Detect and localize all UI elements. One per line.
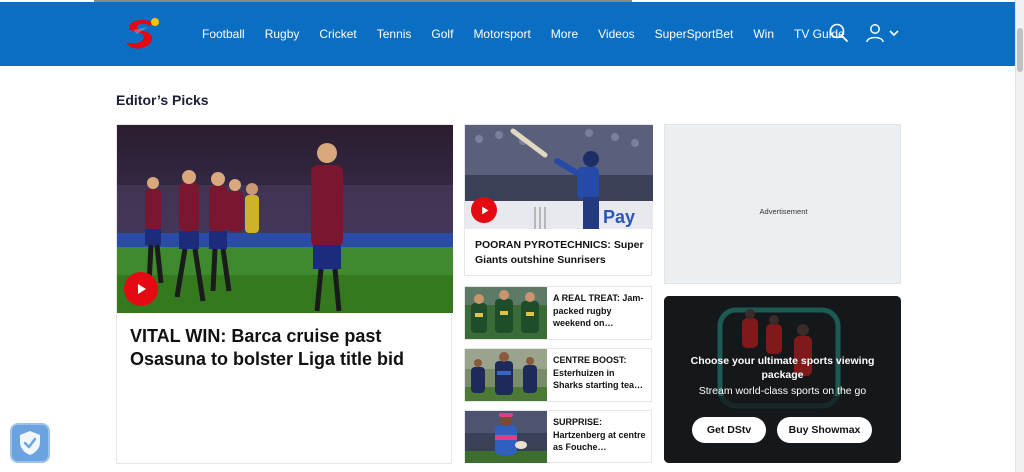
play-video-icon[interactable] xyxy=(124,272,158,306)
cricket-image: Pay xyxy=(465,125,653,229)
advertisement-slot[interactable]: Advertisement xyxy=(664,124,901,284)
nav-golf[interactable]: Golf xyxy=(431,27,453,41)
nav-motorsport[interactable]: Motorsport xyxy=(473,27,530,41)
scrollbar-thumb[interactable] xyxy=(1017,28,1023,72)
hero-headline[interactable]: VITAL WIN: Barca cruise past Osasuna to … xyxy=(130,325,430,371)
hero-image xyxy=(117,125,453,313)
hero-article-card[interactable]: VITAL WIN: Barca cruise past Osasuna to … xyxy=(116,124,453,464)
list-item[interactable]: SURPRISE: Hartzenberg at centre as Fouch… xyxy=(464,410,652,463)
page: Football Rugby Cricket Tennis Golf Motor… xyxy=(0,0,1024,472)
story-thumbnail xyxy=(465,411,547,463)
list-item[interactable]: CENTRE BOOST: Esterhuizen in Sharks star… xyxy=(464,348,652,402)
advertisement-label: Advertisement xyxy=(759,207,808,216)
supersport-logo[interactable] xyxy=(122,16,162,54)
story-headline[interactable]: CENTRE BOOST: Esterhuizen in Sharks star… xyxy=(553,354,647,398)
shield-check-icon[interactable] xyxy=(10,423,50,463)
nav-rugby[interactable]: Rugby xyxy=(265,27,300,41)
search-icon[interactable] xyxy=(828,22,850,44)
story-headline[interactable]: A REAL TREAT: Jam-packed rugby weekend o… xyxy=(553,292,647,336)
nav-football[interactable]: Football xyxy=(202,27,245,41)
list-item[interactable]: A REAL TREAT: Jam-packed rugby weekend o… xyxy=(464,286,652,340)
story-thumbnail xyxy=(465,349,547,401)
story-thumbnail xyxy=(465,287,547,339)
nav-win[interactable]: Win xyxy=(753,27,774,41)
promo-subtitle: Stream world-class sports on the go xyxy=(698,385,867,397)
cricket-article-card[interactable]: Pay POORAN PYROTECHNICS: Super Giants ou… xyxy=(464,124,653,276)
main-nav: Football Rugby Cricket Tennis Golf Motor… xyxy=(192,2,855,66)
play-video-icon[interactable] xyxy=(471,197,497,223)
site-header: Football Rugby Cricket Tennis Golf Motor… xyxy=(0,2,1015,66)
page-scrollbar[interactable] xyxy=(1015,0,1024,472)
user-icon[interactable] xyxy=(864,22,886,44)
section-title: Editor’s Picks xyxy=(116,92,209,108)
board-sponsor-text: Pay xyxy=(603,207,635,227)
nav-supersportbet[interactable]: SuperSportBet xyxy=(655,27,734,41)
get-dstv-button[interactable]: Get DStv xyxy=(692,417,766,443)
nav-icons xyxy=(828,22,900,44)
nav-tennis[interactable]: Tennis xyxy=(377,27,412,41)
nav-more[interactable]: More xyxy=(551,27,578,41)
nav-videos[interactable]: Videos xyxy=(598,27,634,41)
story-headline[interactable]: SURPRISE: Hartzenberg at centre as Fouch… xyxy=(553,416,647,460)
buy-showmax-button[interactable]: Buy Showmax xyxy=(777,417,872,443)
nav-cricket[interactable]: Cricket xyxy=(319,27,356,41)
promo-title: Choose your ultimate sports viewing pack… xyxy=(690,355,875,381)
promo-banner: Choose your ultimate sports viewing pack… xyxy=(664,296,901,463)
chevron-down-icon[interactable] xyxy=(888,27,900,39)
cricket-headline[interactable]: POORAN PYROTECHNICS: Super Giants outshi… xyxy=(475,238,645,268)
